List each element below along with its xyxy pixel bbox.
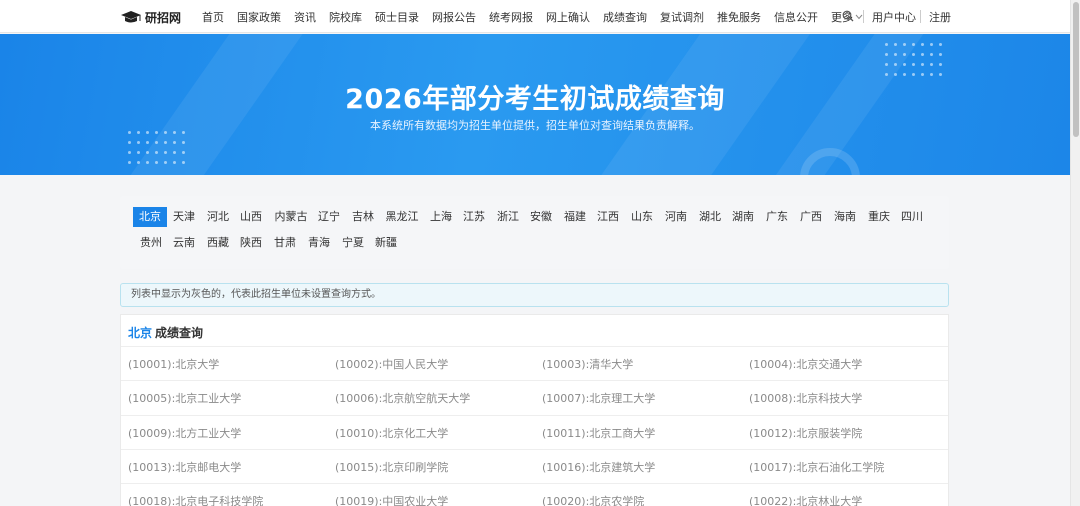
page-scrollbar[interactable]: [1070, 0, 1080, 506]
register-link[interactable]: 注册: [929, 9, 951, 25]
user-center-link[interactable]: 用户中心: [872, 9, 916, 25]
chevron-down-icon: [855, 14, 863, 20]
province-tab-jiangsu[interactable]: 江苏: [460, 207, 488, 227]
province-tab-neimenggu[interactable]: 内蒙古: [271, 207, 311, 227]
nav-item-score-query[interactable]: 成绩查询: [603, 9, 647, 25]
province-tab-zhejiang[interactable]: 浙江: [494, 207, 522, 227]
school-item[interactable]: (10009):北方工业大学: [128, 425, 241, 441]
province-tab-chongqing[interactable]: 重庆: [865, 207, 893, 227]
school-item[interactable]: (10011):北京工商大学: [542, 425, 655, 441]
province-tab-guizhou[interactable]: 贵州: [137, 233, 165, 253]
province-tab-shaanxi[interactable]: 陕西: [237, 233, 265, 253]
province-tab-hubei[interactable]: 湖北: [696, 207, 724, 227]
province-tab-tianjin[interactable]: 天津: [170, 207, 198, 227]
nav-divider: [863, 10, 864, 23]
info-notice: 列表中显示为灰色的，代表此招生单位未设置查询方式。: [120, 283, 949, 307]
nav-item-policy[interactable]: 国家政策: [237, 9, 281, 25]
school-item[interactable]: (10003):清华大学: [542, 356, 633, 372]
table-row: (10013):北京邮电大学 (10015):北京印刷学院 (10016):北京…: [121, 449, 948, 483]
page-subtitle: 本系统所有数据均为招生单位提供，招生单位对查询结果负责解释。: [370, 119, 700, 132]
province-tab-jiangxi[interactable]: 江西: [594, 207, 622, 227]
site-logo[interactable]: 研招网: [120, 8, 181, 26]
table-row: (10005):北京工业大学 (10006):北京航空航天大学 (10007):…: [121, 380, 948, 414]
province-tab-heilongjiang[interactable]: 黑龙江: [382, 207, 422, 227]
nav-item-school-library[interactable]: 院校库: [329, 9, 362, 25]
school-item[interactable]: (10010):北京化工大学: [335, 425, 448, 441]
province-tab-sichuan[interactable]: 四川: [898, 207, 926, 227]
nav-item-info-disclosure[interactable]: 信息公开: [774, 9, 818, 25]
graduation-cap-icon: [121, 11, 141, 23]
school-item[interactable]: (10008):北京科技大学: [749, 390, 862, 406]
hero-banner: 2026年部分考生初试成绩查询 本系统所有数据均为招生单位提供，招生单位对查询结…: [0, 34, 1070, 175]
school-item[interactable]: (10017):北京石油化工学院: [749, 459, 884, 475]
main-nav: 首页 国家政策 资讯 院校库 硕士目录 网报公告 统考网报 网上确认 成绩查询 …: [202, 9, 876, 25]
results-province: 北京: [128, 326, 153, 340]
province-tab-fujian[interactable]: 福建: [561, 207, 589, 227]
province-tab-shanghai[interactable]: 上海: [427, 207, 455, 227]
nav-item-recommendation[interactable]: 推免服务: [717, 9, 761, 25]
nav-item-exam-registration[interactable]: 统考网报: [489, 9, 533, 25]
province-tab-guangdong[interactable]: 广东: [763, 207, 791, 227]
results-title-text: 成绩查询: [155, 326, 204, 340]
province-filter: 北京 天津 河北 山西 内蒙古 辽宁 吉林 黑龙江 上海 江苏 浙江 安徽 福建…: [120, 196, 949, 269]
table-row: (10009):北方工业大学 (10010):北京化工大学 (10011):北京…: [121, 415, 948, 449]
nav-item-news[interactable]: 资讯: [294, 9, 316, 25]
school-item[interactable]: (10020):北京农学院: [542, 493, 644, 506]
search-icon[interactable]: [842, 10, 854, 22]
province-tab-shandong[interactable]: 山东: [628, 207, 656, 227]
school-item[interactable]: (10002):中国人民大学: [335, 356, 448, 372]
school-item[interactable]: (10013):北京邮电大学: [128, 459, 241, 475]
province-tab-liaoning[interactable]: 辽宁: [315, 207, 343, 227]
province-tab-anhui[interactable]: 安徽: [527, 207, 555, 227]
province-tab-yunnan[interactable]: 云南: [170, 233, 198, 253]
school-item[interactable]: (10018):北京电子科技学院: [128, 493, 263, 506]
school-results-panel: 北京 成绩查询 (10001):北京大学 (10002):中国人民大学 (1000…: [120, 314, 949, 506]
nav-item-online-confirm[interactable]: 网上确认: [546, 9, 590, 25]
school-item[interactable]: (10001):北京大学: [128, 356, 219, 372]
province-tab-shanxi[interactable]: 山西: [237, 207, 265, 227]
school-item[interactable]: (10022):北京林业大学: [749, 493, 862, 506]
province-tab-xinjiang[interactable]: 新疆: [372, 233, 400, 253]
province-tab-guangxi[interactable]: 广西: [797, 207, 825, 227]
school-item[interactable]: (10019):中国农业大学: [335, 493, 448, 506]
province-tab-xizang[interactable]: 西藏: [204, 233, 232, 253]
nav-item-registration-notice[interactable]: 网报公告: [432, 9, 476, 25]
school-item[interactable]: (10012):北京服装学院: [749, 425, 862, 441]
scrollbar-thumb[interactable]: [1073, 2, 1079, 137]
province-tab-hainan[interactable]: 海南: [831, 207, 859, 227]
school-item[interactable]: (10007):北京理工大学: [542, 390, 655, 406]
page-title: 2026年部分考生初试成绩查询: [345, 84, 725, 115]
school-item[interactable]: (10004):北京交通大学: [749, 356, 862, 372]
nav-item-master-catalog[interactable]: 硕士目录: [375, 9, 419, 25]
nav-divider: [920, 10, 921, 23]
school-item[interactable]: (10016):北京建筑大学: [542, 459, 655, 475]
table-row: (10001):北京大学 (10002):中国人民大学 (10003):清华大学…: [121, 346, 948, 380]
nav-item-adjustment[interactable]: 复试调剂: [660, 9, 704, 25]
province-tab-beijing[interactable]: 北京: [133, 207, 167, 227]
province-tab-qinghai[interactable]: 青海: [305, 233, 333, 253]
province-tab-ningxia[interactable]: 宁夏: [339, 233, 367, 253]
province-tab-hunan[interactable]: 湖南: [729, 207, 757, 227]
province-tab-hebei[interactable]: 河北: [204, 207, 232, 227]
school-item[interactable]: (10005):北京工业大学: [128, 390, 241, 406]
nav-item-home[interactable]: 首页: [202, 9, 224, 25]
province-tab-gansu[interactable]: 甘肃: [271, 233, 299, 253]
school-item[interactable]: (10006):北京航空航天大学: [335, 390, 470, 406]
province-tab-jilin[interactable]: 吉林: [349, 207, 377, 227]
school-item[interactable]: (10015):北京印刷学院: [335, 459, 448, 475]
table-row: (10018):北京电子科技学院 (10019):中国农业大学 (10020):…: [121, 483, 948, 506]
province-tab-henan[interactable]: 河南: [662, 207, 690, 227]
top-navbar: 研招网 首页 国家政策 资讯 院校库 硕士目录 网报公告 统考网报 网上确认 成…: [0, 0, 1070, 33]
results-heading: 北京 成绩查询: [128, 324, 203, 341]
brand-name: 研招网: [145, 10, 182, 25]
